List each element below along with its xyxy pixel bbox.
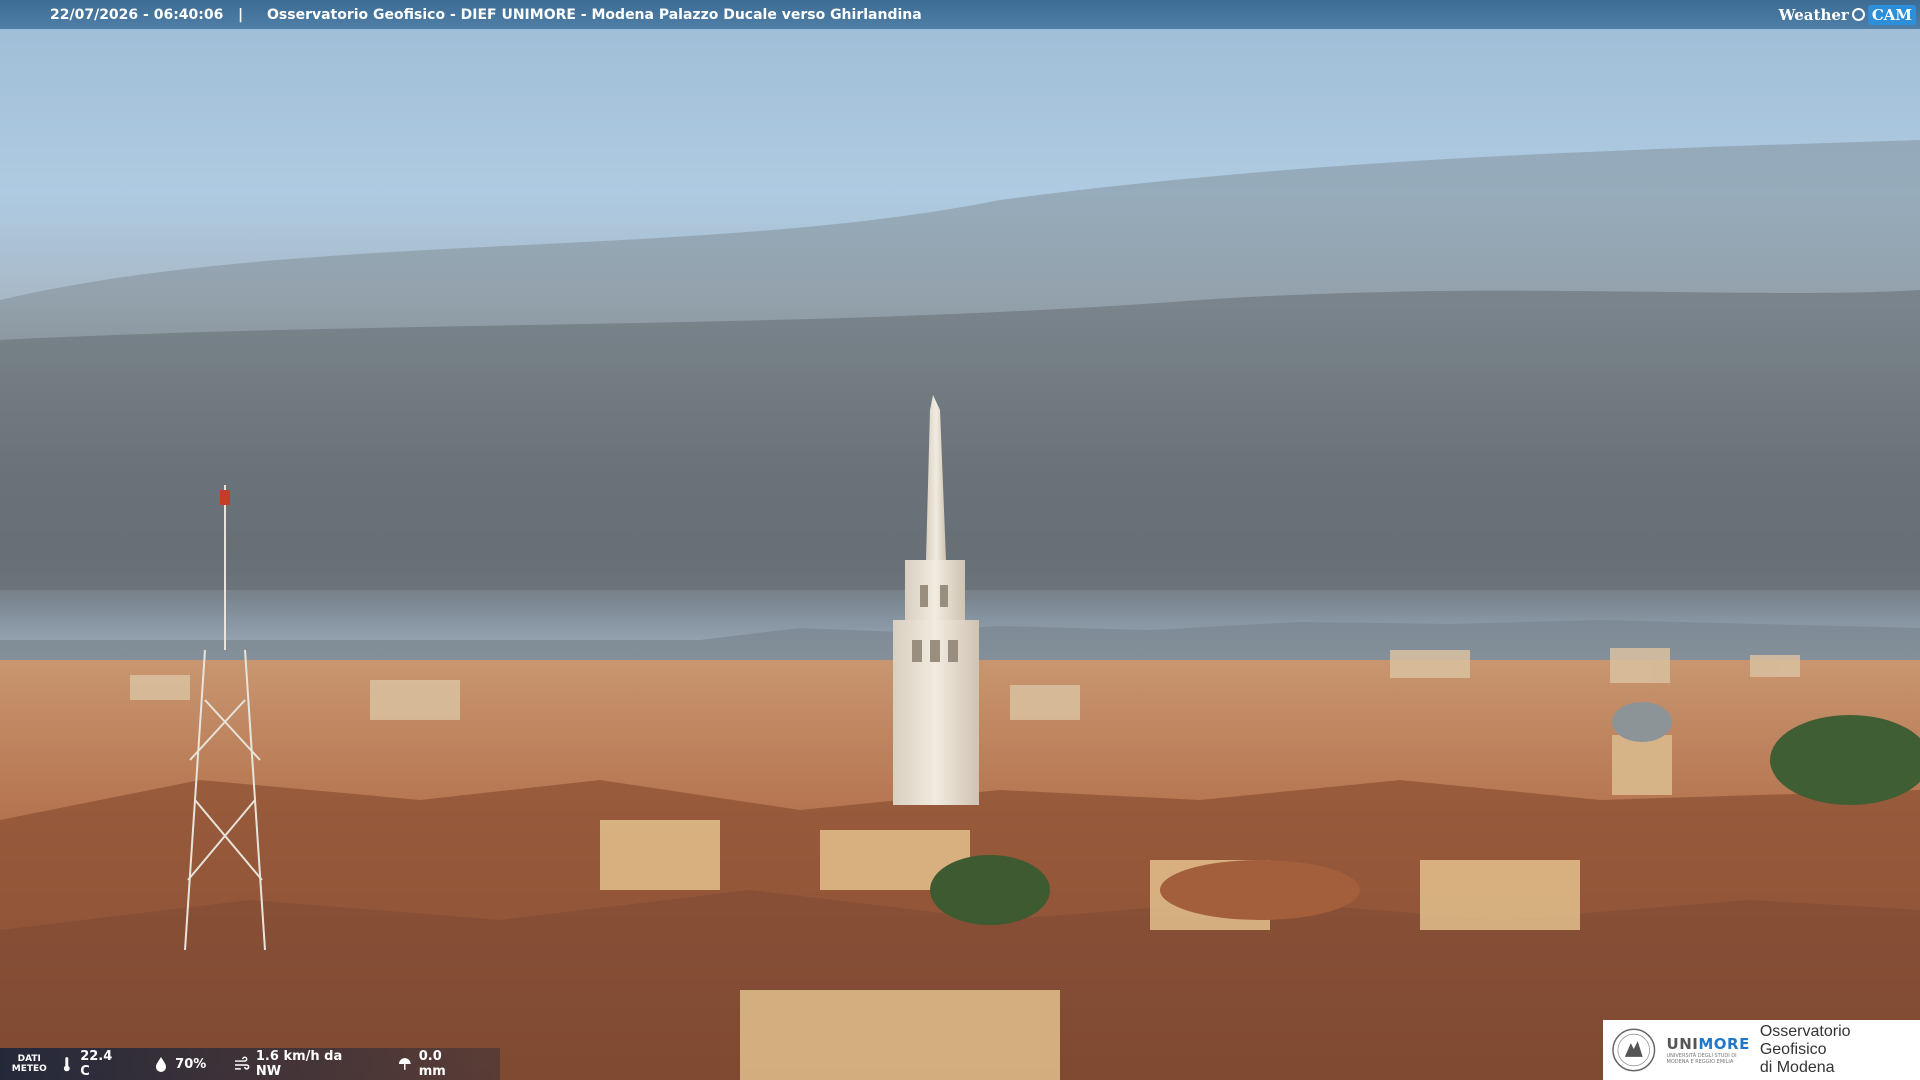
wind-value: 1.6 km/h da NW: [255, 1049, 343, 1079]
unimore-subtitle: UNIVERSITÀ DEGLI STUDI DI MODENA E REGGI…: [1666, 1053, 1737, 1065]
temperature-value: 22.4 C: [80, 1049, 113, 1079]
camera-title: Osservatorio Geofisico - DIEF UNIMORE - …: [267, 6, 922, 23]
title-separator: |: [238, 6, 244, 23]
wind-icon: [235, 1056, 250, 1070]
observatory-name: Osservatorio Geofisico di Modena: [1759, 1023, 1851, 1076]
humidity-drop-icon: [156, 1057, 167, 1072]
wind-reading: 1.6 km/h da NW: [234, 1049, 369, 1079]
brand-cam: CAM: [1867, 4, 1916, 25]
rain-gauge-icon: [399, 1058, 411, 1070]
humidity-value: 70%: [175, 1056, 207, 1072]
meteo-label: DATI METEO: [11, 1054, 47, 1074]
humidity-reading: 70%: [153, 1056, 206, 1072]
rain-value: 0.0 mm: [418, 1049, 446, 1079]
webcam-panorama: [0, 0, 1920, 1080]
rain-reading: 0.0 mm: [397, 1049, 472, 1079]
weather-data-bar: DATI METEO 22.4 C 70% 1.6 km/h da NW 0.0…: [0, 1048, 500, 1080]
university-seal-icon: [1612, 1028, 1656, 1072]
temperature-reading: 22.4 C: [59, 1049, 126, 1079]
camera-info-bar: 22/07/2026 - 06:40:06 | Osservatorio Geo…: [0, 0, 1920, 29]
timestamp: 22/07/2026 - 06:40:06: [50, 6, 224, 23]
thermometer-icon: [63, 1057, 70, 1072]
unimore-logo-box: UNIMORE UNIVERSITÀ DEGLI STUDI DI MODENA…: [1603, 1020, 1920, 1080]
brand-weather: Weather: [1778, 5, 1849, 24]
unimore-wordmark: UNIMORE UNIVERSITÀ DEGLI STUDI DI MODENA…: [1666, 1035, 1750, 1065]
weathercam-logo: Weather CAM: [1779, 0, 1920, 29]
brand-dot-icon: [1851, 8, 1865, 21]
